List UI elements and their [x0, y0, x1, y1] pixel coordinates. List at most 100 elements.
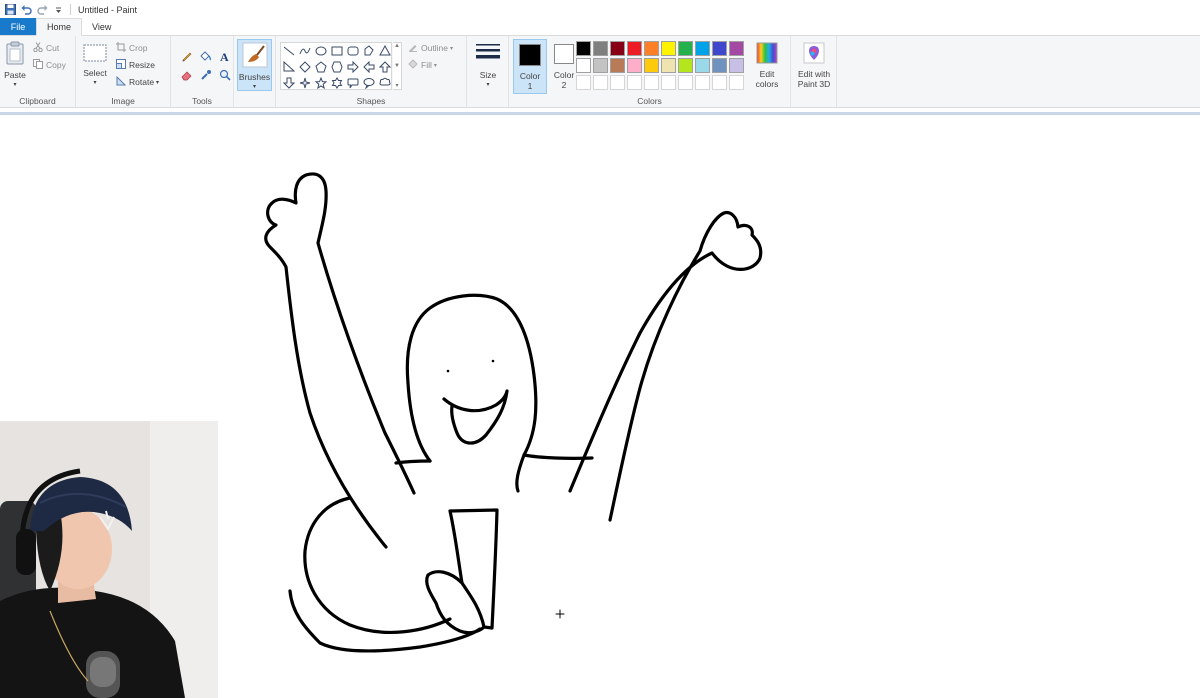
- custom-color-slot[interactable]: [712, 75, 727, 90]
- palette-color-swatch[interactable]: [729, 41, 744, 56]
- scroll-up-icon[interactable]: ▲: [394, 43, 400, 49]
- custom-color-slot[interactable]: [593, 75, 608, 90]
- expand-gallery-icon[interactable]: ▾: [395, 82, 398, 89]
- custom-color-slot[interactable]: [576, 75, 591, 90]
- palette-color-swatch[interactable]: [593, 58, 608, 73]
- customize-toolbar-icon[interactable]: [52, 4, 64, 16]
- custom-color-slot[interactable]: [678, 75, 693, 90]
- crop-button[interactable]: Crop: [116, 40, 147, 56]
- four-point-star-shape-icon[interactable]: [297, 75, 313, 91]
- edit-colors-button[interactable]: Edit colors: [749, 42, 785, 89]
- magnifier-icon[interactable]: [215, 65, 234, 84]
- palette-color-swatch[interactable]: [576, 58, 591, 73]
- triangle-shape-icon[interactable]: [377, 43, 393, 59]
- diamond-shape-icon[interactable]: [297, 59, 313, 75]
- pentagon-shape-icon[interactable]: [313, 59, 329, 75]
- size-button[interactable]: Size ▾: [471, 42, 505, 90]
- right-arrow-shape-icon[interactable]: [345, 59, 361, 75]
- rounded-callout-shape-icon[interactable]: [345, 75, 361, 91]
- palette-color-swatch[interactable]: [712, 41, 727, 56]
- fill-bucket-icon[interactable]: [196, 46, 215, 65]
- shapes-scrollbar[interactable]: ▲ ▼ ▾: [393, 42, 402, 90]
- paint3d-icon: [803, 42, 825, 66]
- custom-color-slot[interactable]: [729, 75, 744, 90]
- resize-button[interactable]: Resize: [116, 57, 155, 73]
- palette-color-swatch[interactable]: [627, 41, 642, 56]
- undo-icon[interactable]: [20, 4, 32, 16]
- curve-shape-icon[interactable]: [297, 43, 313, 59]
- webcam-overlay: [0, 421, 218, 698]
- image-group-label: Image: [111, 96, 135, 106]
- custom-color-slot[interactable]: [610, 75, 625, 90]
- rounded-rectangle-shape-icon[interactable]: [345, 43, 361, 59]
- tab-view[interactable]: View: [82, 18, 121, 35]
- palette-color-swatch[interactable]: [712, 58, 727, 73]
- palette-color-swatch[interactable]: [627, 58, 642, 73]
- paste-button[interactable]: Paste ▾: [2, 41, 28, 90]
- fill-button[interactable]: Fill ▾: [408, 57, 437, 73]
- clipboard-group-label: Clipboard: [19, 96, 56, 106]
- chevron-down-icon: ▾: [486, 82, 490, 88]
- palette-color-swatch[interactable]: [695, 41, 710, 56]
- right-shoulder-stroke: [522, 453, 594, 460]
- save-icon[interactable]: [4, 4, 16, 16]
- up-arrow-shape-icon[interactable]: [377, 59, 393, 75]
- color2-number: 2: [561, 80, 567, 90]
- tab-file[interactable]: File: [0, 18, 36, 35]
- line-shape-icon[interactable]: [281, 43, 297, 59]
- hexagon-shape-icon[interactable]: [329, 59, 345, 75]
- left-arrow-shape-icon[interactable]: [361, 59, 377, 75]
- cloud-callout-shape-icon[interactable]: [377, 75, 393, 91]
- clipboard-icon: [5, 41, 25, 67]
- color2-label: Color: [553, 70, 575, 80]
- palette-color-swatch[interactable]: [678, 41, 693, 56]
- eraser-icon[interactable]: [177, 65, 196, 84]
- fill-icon: [408, 59, 418, 71]
- outline-button[interactable]: Outline ▾: [408, 40, 453, 56]
- palette-color-swatch[interactable]: [729, 58, 744, 73]
- redo-icon[interactable]: [36, 4, 48, 16]
- polygon-shape-icon[interactable]: [361, 43, 377, 59]
- text-icon[interactable]: A: [215, 46, 234, 65]
- palette-color-swatch[interactable]: [644, 58, 659, 73]
- ribbon-tabs: File Home View: [0, 18, 1200, 36]
- palette-color-swatch[interactable]: [678, 58, 693, 73]
- oval-shape-icon[interactable]: [313, 43, 329, 59]
- brushes-label: Brushes: [238, 72, 271, 82]
- five-point-star-shape-icon[interactable]: [313, 75, 329, 91]
- edit-with-paint3d-button[interactable]: Edit with Paint 3D: [793, 42, 835, 89]
- pencil-icon[interactable]: [177, 46, 196, 65]
- custom-color-slot[interactable]: [661, 75, 676, 90]
- palette-color-swatch[interactable]: [661, 58, 676, 73]
- palette-color-swatch[interactable]: [593, 41, 608, 56]
- custom-color-slot[interactable]: [644, 75, 659, 90]
- rectangle-shape-icon[interactable]: [329, 43, 345, 59]
- down-arrow-shape-icon[interactable]: [281, 75, 297, 91]
- palette-color-swatch[interactable]: [644, 41, 659, 56]
- right-arm-stroke: [568, 210, 763, 522]
- size-group: Size ▾: [467, 36, 509, 108]
- palette-color-swatch[interactable]: [610, 58, 625, 73]
- copy-button[interactable]: Copy: [33, 57, 66, 73]
- select-button[interactable]: Select ▾: [81, 44, 109, 88]
- edit-colors-label: Edit colors: [755, 69, 779, 89]
- right-triangle-shape-icon[interactable]: [281, 59, 297, 75]
- oval-callout-shape-icon[interactable]: [361, 75, 377, 91]
- palette-color-swatch[interactable]: [576, 41, 591, 56]
- left-eye: [446, 369, 450, 373]
- custom-color-slot[interactable]: [627, 75, 642, 90]
- window-title: Untitled - Paint: [78, 4, 138, 15]
- palette-color-swatch[interactable]: [661, 41, 676, 56]
- color1-button[interactable]: Color 1: [513, 39, 547, 94]
- tab-home[interactable]: Home: [36, 18, 83, 36]
- custom-color-slot[interactable]: [695, 75, 710, 90]
- color-picker-icon[interactable]: [196, 65, 215, 84]
- palette-color-swatch[interactable]: [610, 41, 625, 56]
- cut-button[interactable]: Cut: [33, 40, 59, 56]
- brushes-button[interactable]: Brushes ▾: [237, 39, 272, 91]
- scroll-down-icon[interactable]: ▼: [394, 63, 400, 69]
- rotate-button[interactable]: Rotate ▾: [116, 74, 159, 90]
- cursor-mark: [555, 609, 565, 619]
- palette-color-swatch[interactable]: [695, 58, 710, 73]
- six-point-star-shape-icon[interactable]: [329, 75, 345, 91]
